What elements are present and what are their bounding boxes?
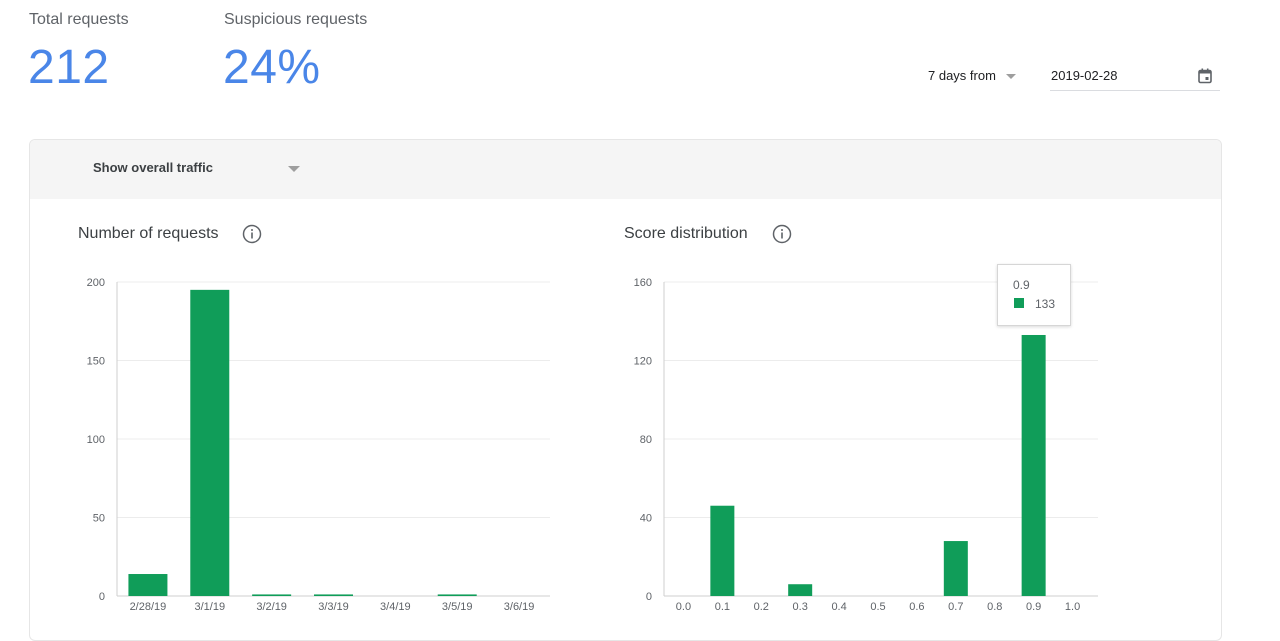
bar [710,505,735,596]
x-tick-label: 0.0 [676,601,691,613]
y-tick-label: 160 [634,277,652,289]
x-tick-label: 0.6 [909,601,924,613]
x-tick-label: 1.0 [1065,601,1080,613]
x-tick-label: 0.9 [1026,601,1041,613]
x-tick-label: 0.3 [793,601,808,613]
x-tick-label: 0.8 [987,601,1002,613]
tooltip-swatch [1014,298,1024,308]
x-tick-label: 0.4 [831,601,846,613]
tooltip-value: 133 [1035,297,1056,311]
y-tick-label: 80 [640,434,652,446]
chart-tooltip: 0.9 133 [997,264,1071,326]
y-tick-label: 40 [640,513,652,525]
y-tick-label: 120 [634,356,652,368]
x-tick-label: 0.5 [870,601,885,613]
bar [943,541,968,596]
x-tick-label: 0.7 [948,601,963,613]
bar [1021,334,1046,596]
bar [788,584,813,596]
x-tick-label: 0.1 [715,601,730,613]
tooltip-category: 0.9 [1013,278,1030,292]
x-tick-label: 0.2 [754,601,769,613]
score-bar-chart: 0 40 80 120 160 0.0 0.1 0.2 0.3 0.4 0.5 0.6 0.7 0.8 0.… [634,277,1098,613]
y-tick-label: 0 [646,591,652,603]
